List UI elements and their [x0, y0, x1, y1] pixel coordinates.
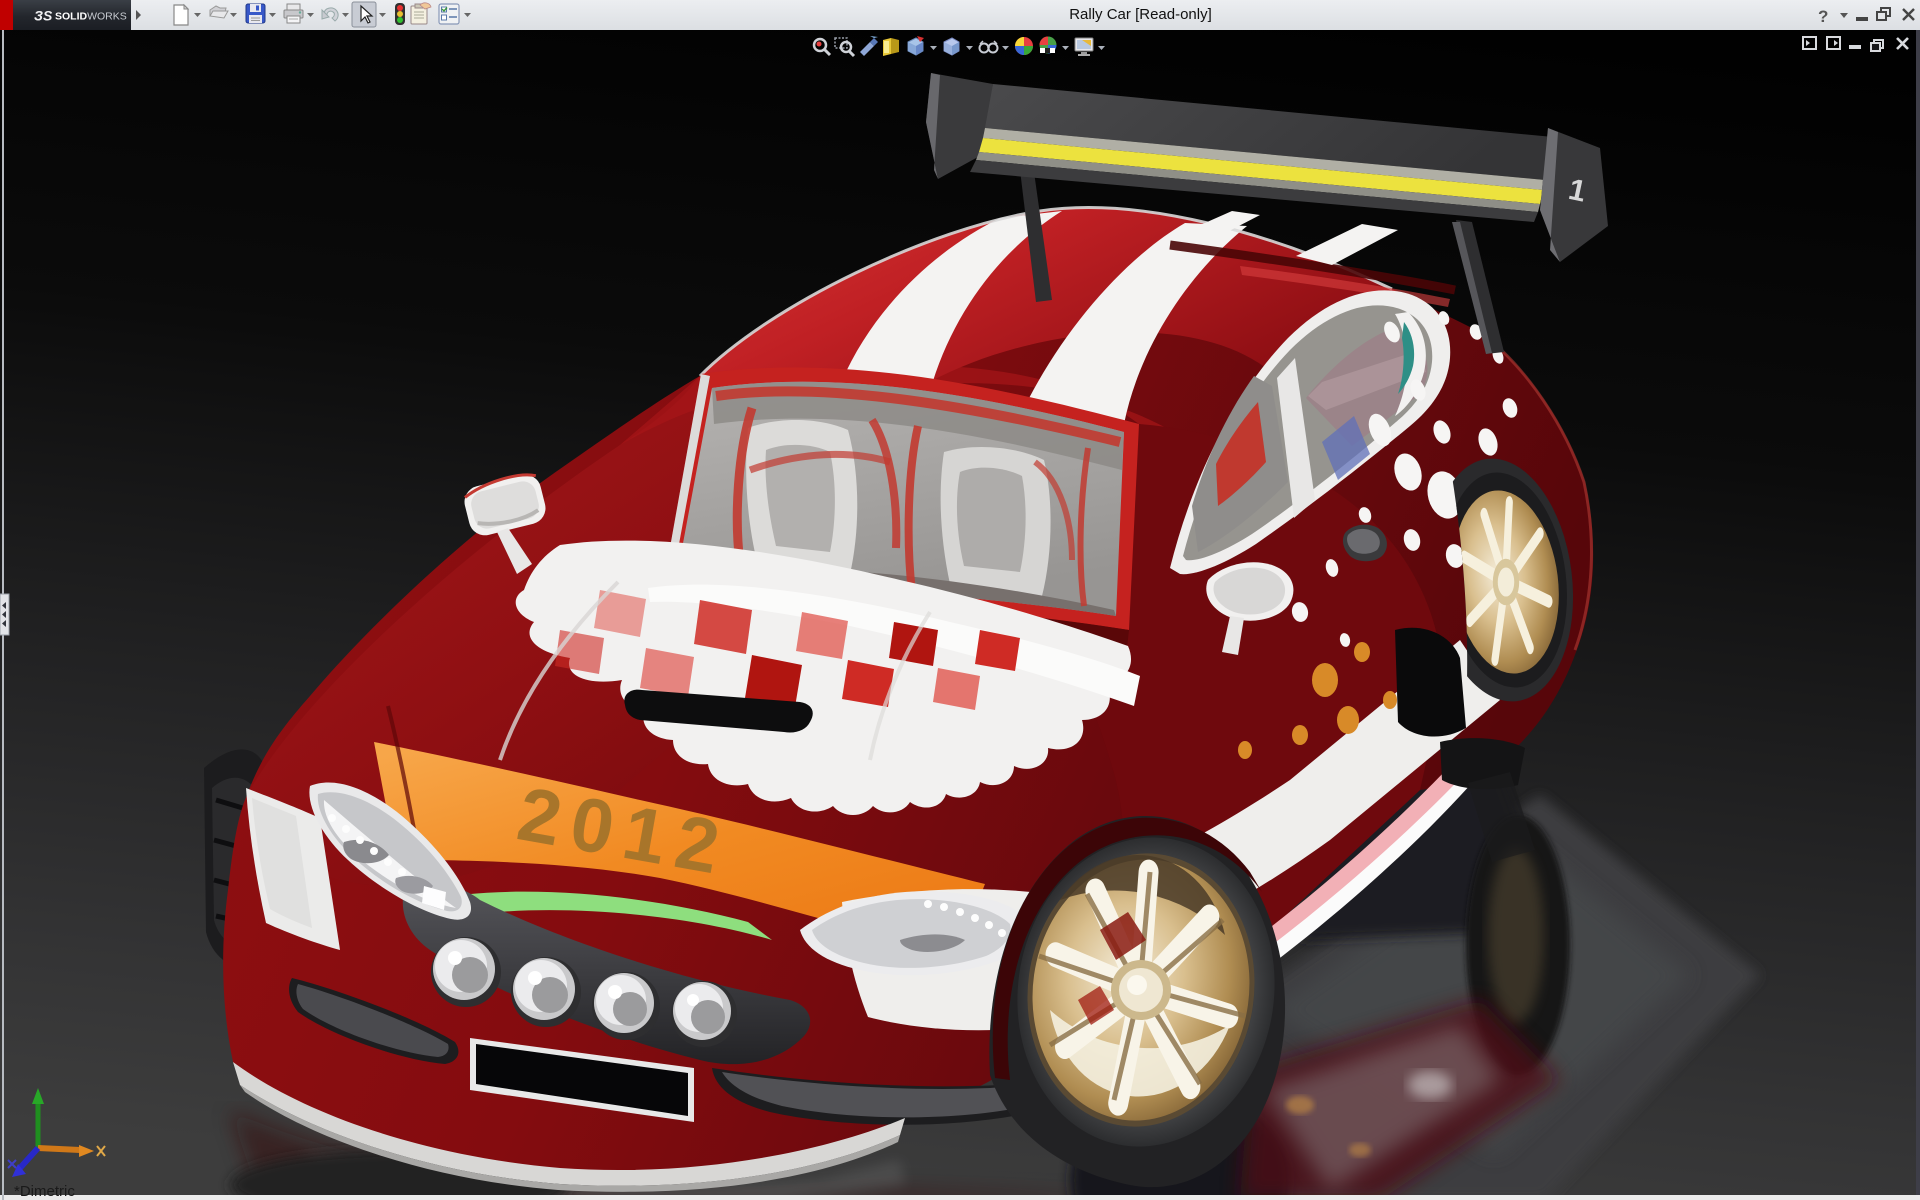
svg-text:ЗS: ЗS: [34, 8, 53, 24]
svg-text:?: ?: [1818, 7, 1828, 26]
svg-text:SOLIDWORKS: SOLIDWORKS: [55, 11, 127, 23]
svg-text:*Dimetric: *Dimetric: [14, 1183, 75, 1200]
